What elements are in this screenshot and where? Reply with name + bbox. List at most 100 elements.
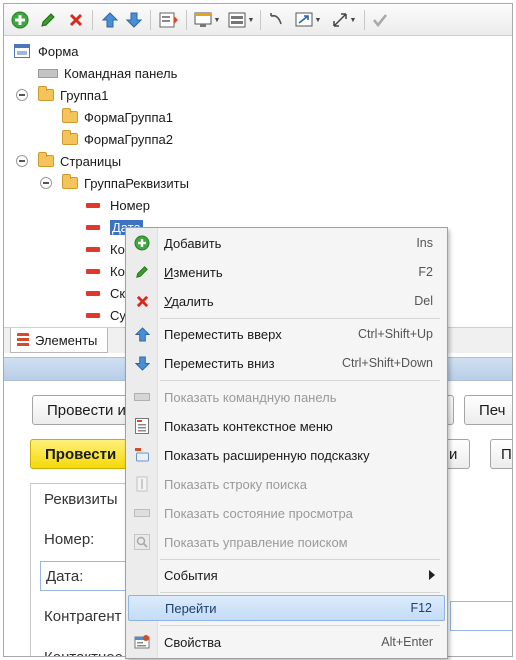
command-panel-icon: [38, 68, 58, 78]
tree-node-label: Группа1: [60, 87, 109, 103]
move-down-icon: [134, 355, 150, 371]
delete-icon[interactable]: [66, 10, 86, 30]
button-label: Провести и: [47, 401, 126, 419]
menu-item-show-extended-tooltip[interactable]: Показать расширенную подсказку: [128, 442, 445, 468]
properties-icon: [134, 634, 150, 650]
menu-item-move-up[interactable]: Переместить вверх Ctrl+Shift+Up: [128, 321, 445, 347]
tree-node-group1[interactable]: Группа1: [38, 85, 108, 105]
tree-node-command-panel[interactable]: Командная панель: [38, 63, 177, 83]
tab-elements[interactable]: Элементы: [10, 328, 109, 353]
button-label: и: [449, 445, 458, 463]
menu-item-goto[interactable]: Перейти F12: [128, 595, 445, 621]
tree-node-field[interactable]: Ск: [86, 283, 125, 303]
menu-item-show-search-bar[interactable]: Показать строку поиска: [128, 471, 445, 497]
print-button[interactable]: Печ: [464, 395, 512, 425]
tooltip-icon: [134, 447, 150, 463]
tree-node-label: Ко: [110, 241, 125, 257]
menu-item-events[interactable]: События: [128, 562, 445, 588]
folder-icon: [62, 130, 78, 145]
menu-item-label: Показать управление поиском: [164, 534, 348, 550]
menu-item-show-command-panel[interactable]: Показать командную панель: [128, 384, 445, 410]
counterparty-label: Контрагент: [44, 608, 122, 625]
tree-node-label: ГруппаРеквизиты: [84, 175, 189, 191]
tree-node-label: Форма: [38, 43, 79, 59]
field-icon: [86, 290, 100, 296]
field-icon: [86, 268, 100, 274]
button-label: Печ: [479, 401, 506, 419]
menu-item-label: Показать состояние просмотра: [164, 505, 353, 521]
tree-node-number[interactable]: Номер: [86, 195, 150, 215]
tree-node-form[interactable]: Форма: [14, 41, 79, 61]
form-preview-icon[interactable]: [158, 10, 180, 30]
tree-node-label: ФормаГруппа1: [84, 109, 173, 125]
folder-icon: [62, 108, 78, 123]
menu-item-show-context-menu[interactable]: Показать контекстное меню: [128, 413, 445, 439]
search-bar-icon: [134, 476, 150, 492]
toolbar-separator: [260, 10, 261, 30]
add-icon: [134, 235, 150, 251]
move-down-icon[interactable]: [124, 10, 144, 30]
menu-item-shortcut: Ctrl+Shift+Up: [357, 327, 433, 341]
display-mode-icon[interactable]: ▼: [192, 10, 222, 30]
tree-node-field[interactable]: Ко: [86, 239, 125, 259]
add-icon[interactable]: [10, 10, 30, 30]
elements-icon: [17, 333, 29, 347]
menu-item-show-search-control[interactable]: Показать управление поиском: [128, 529, 445, 555]
tree-node-field[interactable]: Ко: [86, 261, 125, 281]
toolbar-separator: [364, 10, 365, 30]
menu-item-add[interactable]: Добавить Ins: [128, 230, 445, 256]
tree-node-label: Су: [110, 307, 126, 323]
resize-icon[interactable]: ▼: [328, 10, 360, 30]
tree-node-requisites-group[interactable]: ГруппаРеквизиты: [62, 173, 189, 193]
menu-item-label: Показать контекстное меню: [164, 418, 333, 434]
menu-item-label: Свойства: [164, 634, 222, 650]
collapse-icon[interactable]: [16, 155, 28, 167]
collapse-icon[interactable]: [16, 89, 28, 101]
tree-node-form-group2[interactable]: ФормаГруппа2: [62, 129, 173, 149]
move-up-icon[interactable]: [100, 10, 120, 30]
menu-item-delete[interactable]: Удалить Del: [128, 288, 445, 314]
form-icon: [14, 44, 30, 58]
toolbar-separator: [186, 10, 187, 30]
layout-icon[interactable]: ▼: [226, 10, 256, 30]
context-menu-icon: [134, 418, 150, 434]
counterparty-field[interactable]: [450, 601, 512, 631]
edit-pencil-icon[interactable]: [38, 10, 58, 30]
button-partial[interactable]: П: [490, 439, 512, 469]
number-label: Номер:: [44, 531, 95, 548]
menu-item-edit[interactable]: Изменить F2: [128, 259, 445, 285]
field-icon: [86, 202, 100, 208]
date-label: Дата:: [46, 568, 84, 585]
menu-item-show-view-state[interactable]: Показать состояние просмотра: [128, 500, 445, 526]
tree-node-field[interactable]: Су: [86, 305, 126, 325]
menu-item-move-down[interactable]: Переместить вниз Ctrl+Shift+Down: [128, 350, 445, 376]
folder-icon: [38, 86, 54, 101]
collapse-icon[interactable]: [40, 177, 52, 189]
rotate-icon[interactable]: [266, 10, 286, 30]
tab-label: Элементы: [35, 332, 98, 348]
menu-item-label: Переместить вниз: [164, 355, 275, 371]
fit-window-icon[interactable]: ▼: [292, 10, 324, 30]
edit-pencil-icon: [134, 264, 150, 280]
toolbar: ▼ ▼ ▼ ▼: [4, 4, 512, 36]
tab-requisites[interactable]: Реквизиты: [44, 491, 118, 508]
field-icon: [86, 224, 100, 230]
tree-node-pages[interactable]: Страницы: [38, 151, 121, 171]
menu-item-shortcut: Alt+Enter: [381, 635, 433, 649]
toolbar-separator: [92, 10, 93, 30]
tree-node-form-group1[interactable]: ФормаГруппа1: [62, 107, 173, 127]
tree-node-label: Номер: [110, 197, 151, 213]
button-label: Провести: [45, 445, 117, 463]
menu-separator: [160, 592, 440, 593]
view-state-icon: [134, 505, 150, 521]
menu-item-label: Переместить вверх: [164, 326, 282, 342]
menu-item-label: Удалить: [164, 293, 214, 309]
menu-item-label: Добавить: [164, 235, 222, 251]
folder-icon: [38, 152, 54, 167]
menu-separator: [160, 380, 440, 381]
tree-node-label: ФормаГруппа2: [84, 131, 173, 147]
menu-item-properties[interactable]: Свойства Alt+Enter: [128, 629, 445, 655]
field-icon: [86, 312, 100, 318]
menu-item-shortcut: Del: [414, 294, 433, 308]
check-icon[interactable]: [370, 10, 390, 30]
